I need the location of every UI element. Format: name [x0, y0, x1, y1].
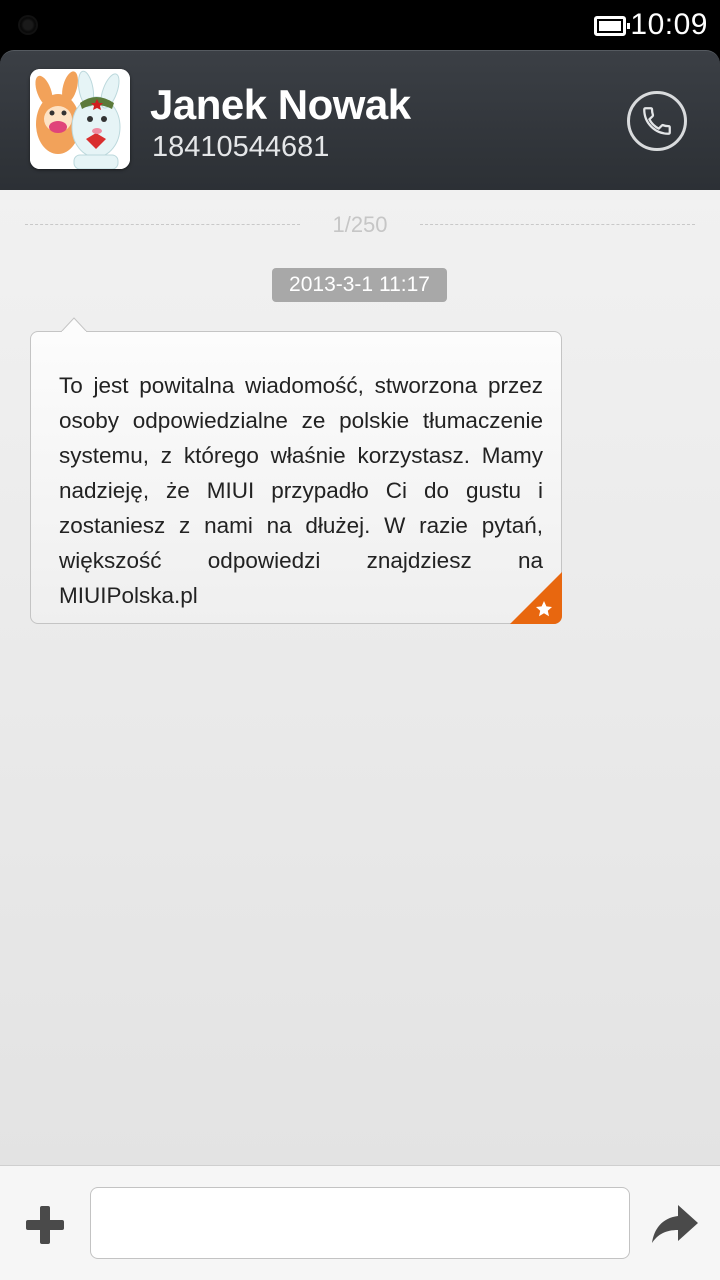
send-arrow-icon	[652, 1205, 698, 1243]
message-list[interactable]: 1/250 2013-3-1 11:17 To jest powitalna w…	[0, 190, 720, 1165]
composer-bar	[0, 1165, 720, 1280]
send-button[interactable]	[650, 1201, 700, 1247]
status-bar: 10:09	[0, 0, 720, 50]
add-attachment-button[interactable]	[22, 1202, 68, 1248]
contact-avatar[interactable]	[30, 69, 130, 169]
star-icon	[510, 572, 562, 624]
camera-icon	[20, 17, 36, 33]
message-counter-row: 1/250	[25, 212, 695, 238]
contact-number: 18410544681	[152, 131, 330, 163]
phone-icon	[643, 107, 671, 135]
message-input[interactable]	[90, 1187, 630, 1259]
conversation-header: Janek Nowak 18410544681	[0, 50, 720, 190]
bubble-tail	[61, 317, 87, 332]
sms-conversation-screen: 10:09 Janek Nowak 18410544681 1/250 2013…	[0, 0, 720, 1280]
contact-name: Janek Nowak	[150, 81, 411, 128]
message-bubble[interactable]: To jest powitalna wiadomość, stworzona p…	[30, 317, 562, 624]
starred-badge[interactable]	[510, 572, 562, 624]
battery-icon	[594, 16, 630, 36]
call-button[interactable]	[627, 91, 687, 151]
message-counter: 1/250	[332, 212, 388, 237]
message-timestamp: 2013-3-1 11:17	[272, 268, 447, 302]
mitu-bunny-avatar-icon	[30, 69, 130, 169]
status-time: 10:09	[630, 8, 708, 41]
plus-icon	[26, 1206, 64, 1244]
message-text: To jest powitalna wiadomość, stworzona p…	[59, 373, 543, 608]
